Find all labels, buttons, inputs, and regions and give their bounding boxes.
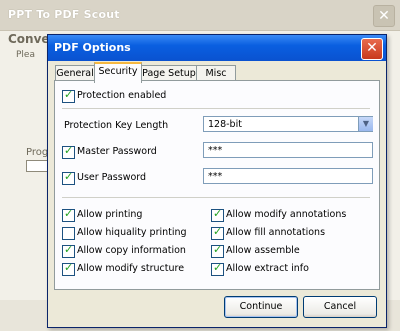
- key-length-label: Protection Key Length: [64, 120, 169, 131]
- allow-modify-structure-checkbox[interactable]: [62, 261, 75, 276]
- chevron-down-icon[interactable]: ▼: [358, 117, 373, 131]
- tab-security[interactable]: Security: [94, 62, 142, 83]
- cancel-button[interactable]: Cancel: [303, 296, 377, 318]
- tab-misc[interactable]: Misc: [196, 65, 236, 81]
- separator: [62, 108, 370, 109]
- allow-printing-label: Allow printing: [77, 209, 143, 220]
- master-password-label: Master Password: [77, 146, 157, 157]
- allow-assemble-label: Allow assemble: [226, 245, 300, 256]
- allow-modify-annotations-checkbox[interactable]: [211, 207, 224, 222]
- user-password-label: User Password: [77, 172, 147, 183]
- key-length-value: 128-bit: [208, 119, 242, 130]
- allow-extract-info-label: Allow extract info: [226, 263, 309, 274]
- protection-enabled-label: Protection enabled: [77, 90, 167, 101]
- allow-printing-checkbox[interactable]: [62, 207, 75, 222]
- security-tab-panel: [54, 80, 380, 290]
- tab-general[interactable]: General: [55, 65, 95, 81]
- background-window-title: PPT To PDF Scout: [8, 8, 120, 21]
- allow-hiquality-printing-checkbox[interactable]: [62, 227, 75, 240]
- key-length-select[interactable]: 128-bit: [203, 116, 373, 132]
- pdf-options-dialog: PDF Options ✕ General Security Page Setu…: [47, 34, 387, 328]
- tab-page-setup[interactable]: Page Setup: [141, 65, 197, 81]
- allow-modify-annotations-label: Allow modify annotations: [226, 209, 347, 220]
- background-sub-label: Plea: [16, 50, 35, 60]
- protection-enabled-checkbox[interactable]: [62, 88, 75, 103]
- background-close-icon[interactable]: ✕: [373, 5, 395, 27]
- allow-hiquality-printing-label: Allow hiquality printing: [77, 227, 187, 238]
- user-password-checkbox[interactable]: [62, 170, 75, 185]
- allow-copy-information-checkbox[interactable]: [62, 243, 75, 258]
- dialog-close-icon[interactable]: ✕: [361, 38, 383, 60]
- dialog-title: PDF Options: [54, 41, 131, 54]
- separator: [62, 197, 370, 198]
- allow-assemble-checkbox[interactable]: [211, 243, 224, 258]
- allow-modify-structure-label: Allow modify structure: [77, 263, 185, 274]
- user-password-input[interactable]: ***: [203, 168, 373, 184]
- master-password-checkbox[interactable]: [62, 144, 75, 159]
- background-progress-label: Prog: [26, 147, 49, 158]
- allow-fill-annotations-label: Allow fill annotations: [226, 227, 326, 238]
- background-convert-label: Conve: [8, 32, 50, 46]
- allow-fill-annotations-checkbox[interactable]: [211, 225, 224, 240]
- allow-copy-information-label: Allow copy information: [77, 245, 186, 256]
- allow-extract-info-checkbox[interactable]: [211, 261, 224, 276]
- continue-button[interactable]: Continue: [224, 296, 298, 318]
- master-password-input[interactable]: ***: [203, 142, 373, 158]
